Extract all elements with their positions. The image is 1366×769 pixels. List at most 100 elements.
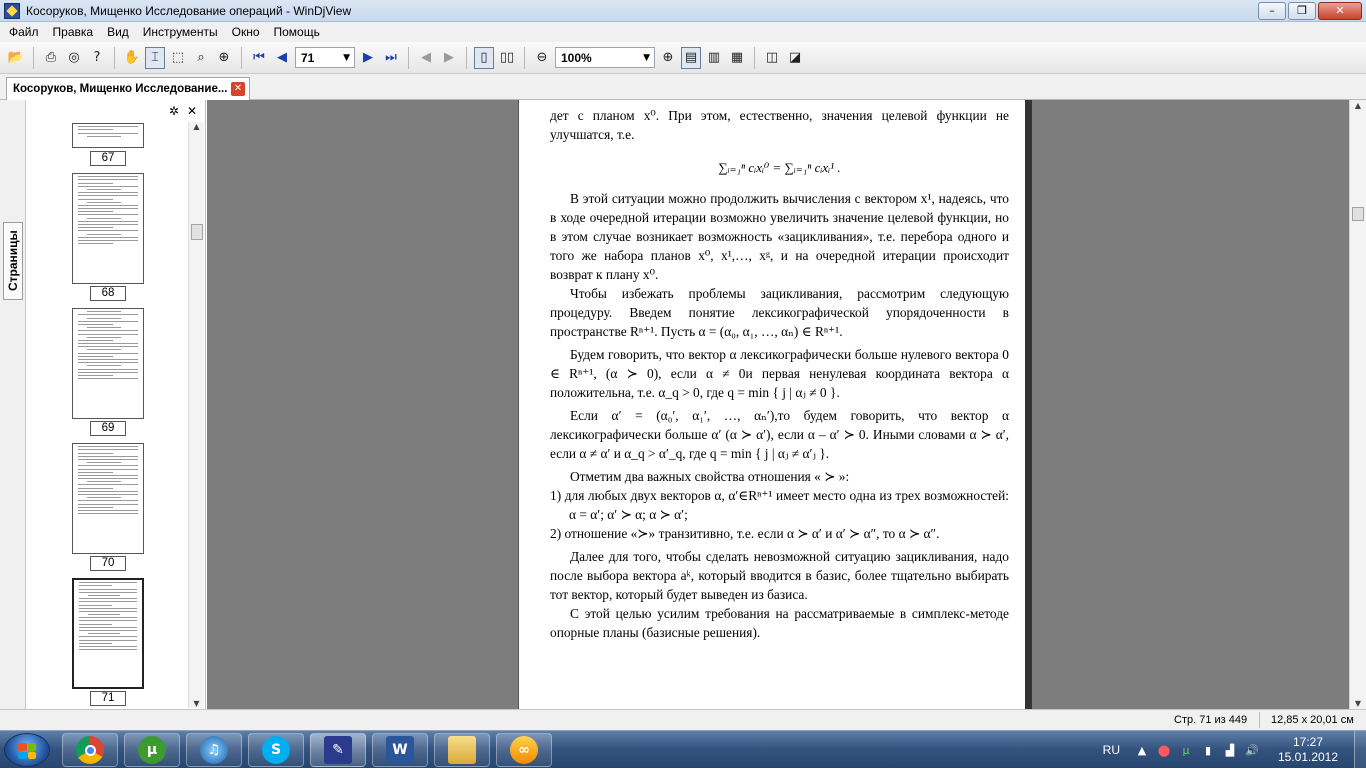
windjview-app-icon xyxy=(4,2,20,19)
taskbar-windjview[interactable]: ✎ xyxy=(310,733,366,767)
help-icon[interactable]: ? xyxy=(87,47,107,69)
app-icon: ∞ xyxy=(510,736,538,764)
chrome-icon xyxy=(76,736,104,764)
minimize-button[interactable]: – xyxy=(1258,2,1286,20)
pages-tab[interactable]: Страницы xyxy=(3,222,23,300)
last-page-icon[interactable]: ⏭ xyxy=(381,47,401,69)
thumbnail-page-current[interactable] xyxy=(72,578,144,689)
back-icon[interactable]: ◀ xyxy=(416,47,436,69)
language-indicator[interactable]: RU xyxy=(1103,743,1120,757)
thumbnail-page-number[interactable]: 70 xyxy=(90,556,126,571)
close-panel-icon[interactable]: ✕ xyxy=(187,104,197,118)
taskbar-word[interactable]: W xyxy=(372,733,428,767)
scrollbar-thumb[interactable] xyxy=(1352,207,1364,221)
taskbar-itunes[interactable]: ♫ xyxy=(186,733,242,767)
scroll-up-icon[interactable]: ▲ xyxy=(1350,101,1366,110)
document-tab[interactable]: Косоруков, Мищенко Исследование... ✕ xyxy=(6,77,250,100)
forward-icon[interactable]: ▶ xyxy=(439,47,459,69)
thumbnail-page-number[interactable]: 68 xyxy=(90,286,126,301)
tray-utorrent-icon[interactable]: µ xyxy=(1178,742,1194,758)
next-page-icon[interactable]: ▶ xyxy=(358,47,378,69)
taskbar-utorrent[interactable]: µ xyxy=(124,733,180,767)
thumbnails-scrollbar[interactable]: ▲ ▼ xyxy=(188,122,204,708)
tray-battery-icon[interactable]: ▮ xyxy=(1200,742,1216,758)
toolbar-separator xyxy=(408,46,409,69)
scroll-up-icon[interactable]: ▲ xyxy=(189,122,204,131)
page-text: дет с планом x⁰. При этом, естественно, … xyxy=(550,106,1009,642)
itunes-icon: ♫ xyxy=(200,736,228,764)
zoom-in-icon[interactable]: ⊕ xyxy=(658,47,678,69)
previous-page-icon[interactable]: ◀ xyxy=(272,47,292,69)
show-desktop-button[interactable] xyxy=(1354,731,1366,769)
thumbnail-page[interactable] xyxy=(72,443,144,554)
window-controls: – ❐ ✕ xyxy=(1258,2,1362,20)
taskbar-skype[interactable]: S xyxy=(248,733,304,767)
select-tool-icon[interactable]: ⌶ xyxy=(145,46,165,69)
toolbar-separator xyxy=(241,46,242,69)
clock-date: 15.01.2012 xyxy=(1277,750,1339,764)
fit-page-icon[interactable]: ▤ xyxy=(681,46,701,69)
close-tab-icon[interactable]: ✕ xyxy=(231,82,245,96)
window-title: Косоруков, Мищенко Исследование операций… xyxy=(26,3,352,18)
zoom-combo[interactable]: 100% ▼ xyxy=(555,47,655,68)
scrollbar-thumb[interactable] xyxy=(191,224,203,240)
document-scrollbar[interactable]: ▲ ▼ xyxy=(1349,100,1366,709)
open-folder-icon[interactable]: 📂 xyxy=(6,47,26,69)
tray-volume-icon[interactable]: 🔊 xyxy=(1244,742,1260,758)
scroll-down-icon[interactable]: ▼ xyxy=(189,699,204,708)
taskbar-explorer[interactable] xyxy=(434,733,490,767)
thumbnail-page-number[interactable]: 67 xyxy=(90,151,126,166)
menu-edit[interactable]: Правка xyxy=(46,25,101,39)
title-bar: Косоруков, Мищенко Исследование операций… xyxy=(0,0,1366,22)
tray-alert-icon[interactable]: ⬤ xyxy=(1156,742,1172,758)
document-viewer[interactable]: дет с планом x⁰. При этом, естественно, … xyxy=(207,100,1349,709)
maximize-button[interactable]: ❐ xyxy=(1288,2,1316,20)
windows-logo-icon xyxy=(18,743,36,759)
magnifier-icon[interactable]: ⊕ xyxy=(214,47,234,69)
thumbnail-page[interactable] xyxy=(72,308,144,419)
zoom-out-icon[interactable]: ⊖ xyxy=(532,47,552,69)
fit-width-icon[interactable]: ▥ xyxy=(704,47,724,69)
thumbnails-panel: ✲ ✕ 67 68 69 70 71 ▲ ▼ xyxy=(26,100,206,709)
taskbar-chrome[interactable] xyxy=(62,733,118,767)
facing-pages-view-icon[interactable]: ▯▯ xyxy=(497,47,517,69)
rect-select-icon[interactable]: ⬚ xyxy=(168,47,188,69)
menu-window[interactable]: Окно xyxy=(225,25,267,39)
start-button[interactable] xyxy=(4,733,50,767)
clock[interactable]: 17:27 15.01.2012 xyxy=(1266,735,1350,765)
list-item: 2) отношение «≻» транзитивно, т.е. если … xyxy=(550,526,940,541)
close-button[interactable]: ✕ xyxy=(1318,2,1362,20)
page-number-combo[interactable]: 71 ▼ xyxy=(295,47,355,68)
taskbar-other-app[interactable]: ∞ xyxy=(496,733,552,767)
find-binoculars-icon[interactable]: ◎ xyxy=(64,47,84,69)
page-info: Стр. 71 из 449 xyxy=(1174,714,1248,726)
zoom-tool-icon[interactable]: ⌕ xyxy=(191,47,211,69)
display-mode-icon[interactable]: ◫ xyxy=(762,47,782,69)
hand-tool-icon[interactable]: ✋ xyxy=(122,47,142,69)
toolbar-separator xyxy=(466,46,467,69)
print-icon[interactable]: ⎙ xyxy=(41,47,61,69)
paragraph: Далее для того, чтобы сделать невозможно… xyxy=(550,549,1009,602)
toolbar-separator xyxy=(114,46,115,69)
tray-network-icon[interactable]: ▟ xyxy=(1222,742,1238,758)
settings-gear-icon[interactable]: ✲ xyxy=(169,104,179,118)
menu-file[interactable]: Файл xyxy=(2,25,46,39)
windjview-icon: ✎ xyxy=(324,736,352,764)
document-tab-label: Косоруков, Мищенко Исследование... xyxy=(13,83,228,95)
single-page-view-icon[interactable]: ▯ xyxy=(474,46,494,69)
menu-tools[interactable]: Инструменты xyxy=(136,25,225,39)
paragraph: дет с планом x⁰. При этом, естественно, … xyxy=(550,108,1009,142)
scroll-down-icon[interactable]: ▼ xyxy=(1350,699,1366,708)
thumbnail-page[interactable] xyxy=(72,173,144,284)
first-page-icon[interactable]: ⏮ xyxy=(249,47,269,69)
thumbnail-page[interactable] xyxy=(72,123,144,148)
menu-help[interactable]: Помощь xyxy=(267,25,327,39)
thumbnail-page-number[interactable]: 71 xyxy=(90,691,126,706)
menu-view[interactable]: Вид xyxy=(100,25,136,39)
thumbnail-page-number[interactable]: 69 xyxy=(90,421,126,436)
sidebar-tab-strip: Страницы xyxy=(0,100,26,709)
actual-size-icon[interactable]: ▦ xyxy=(727,47,747,69)
layers-icon[interactable]: ◪ xyxy=(785,47,805,69)
tray-expand-icon[interactable]: ▲ xyxy=(1134,742,1150,758)
status-divider xyxy=(1259,712,1260,728)
